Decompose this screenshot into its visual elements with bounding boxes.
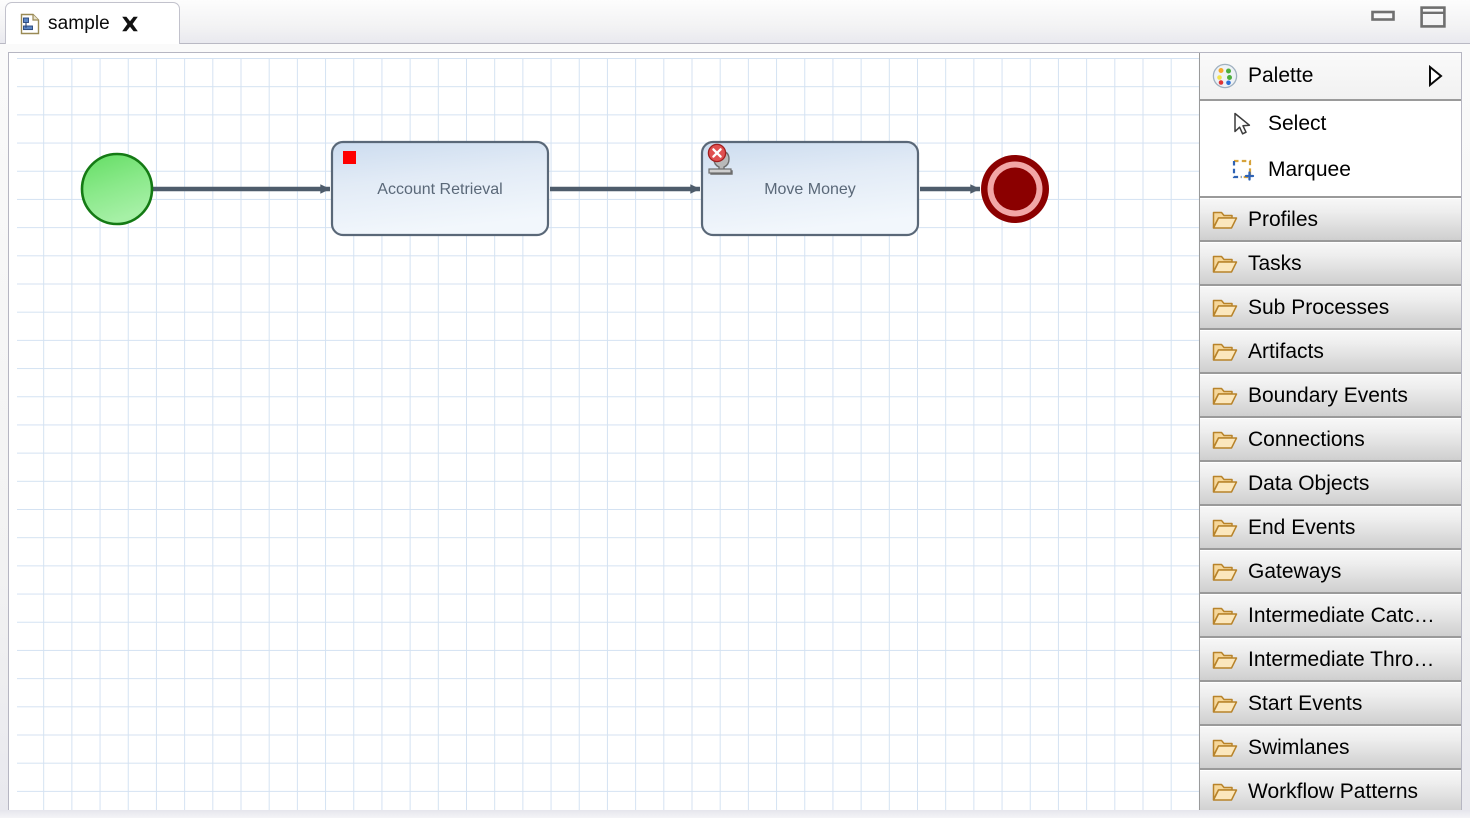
bpmn-start-event[interactable] — [80, 152, 154, 226]
folder-icon — [1212, 255, 1238, 273]
folder-icon — [1212, 739, 1238, 757]
bpmn-diagram: Account Retrieval Move Money — [80, 140, 1049, 237]
palette-drawer-gateways[interactable]: Gateways — [1200, 550, 1461, 594]
palette-tool-select[interactable]: Select — [1200, 101, 1461, 147]
palette-drawer-sub-processes[interactable]: Sub Processes — [1200, 286, 1461, 330]
palette-drawer-label: Profiles — [1248, 207, 1319, 231]
palette-tool-select-label: Select — [1268, 112, 1327, 135]
folder-icon — [1212, 211, 1238, 229]
palette-drawer-intermediate-thro[interactable]: Intermediate Thro… — [1200, 638, 1461, 682]
palette-drawer-workflow-patterns[interactable]: Workflow Patterns — [1200, 770, 1461, 810]
palette-drawer-label: Tasks — [1248, 251, 1302, 275]
folder-icon — [1212, 299, 1238, 317]
palette-header[interactable]: Palette — [1200, 53, 1461, 101]
bpmn-task-account-retrieval[interactable]: Account Retrieval — [330, 140, 550, 237]
palette-drawer-intermediate-catc[interactable]: Intermediate Catc… — [1200, 594, 1461, 638]
cursor-arrow-icon — [1234, 112, 1251, 135]
bpmn-task-move-money[interactable]: Move Money — [700, 140, 920, 237]
folder-icon — [1212, 387, 1238, 405]
palette-drawer-label: Sub Processes — [1248, 295, 1390, 319]
folder-icon — [1212, 607, 1238, 625]
folder-icon — [1212, 519, 1238, 537]
palette-drawer-swimlanes[interactable]: Swimlanes — [1200, 726, 1461, 770]
palette-drawer-label: Gateways — [1248, 559, 1342, 583]
folder-icon — [1212, 783, 1238, 801]
palette-drawer-boundary-events[interactable]: Boundary Events — [1200, 374, 1461, 418]
folder-icon — [1212, 343, 1238, 361]
palette-drawer-connections[interactable]: Connections — [1200, 418, 1461, 462]
diagram-editor: Account Retrieval Move Money Palette Sel… — [8, 52, 1462, 810]
bpmn-task-label-move-money: Move Money — [764, 181, 856, 198]
palette-drawer-label: Start Events — [1248, 691, 1363, 715]
application-window: sample Account Retrieval Move Money Pale… — [0, 0, 1470, 818]
editor-tab-label: sample — [48, 12, 110, 34]
palette-icon — [1212, 63, 1238, 89]
palette-drawer-label: Swimlanes — [1248, 735, 1350, 759]
palette-drawer-label: Artifacts — [1248, 339, 1324, 363]
palette-tool-marquee[interactable]: Marquee — [1200, 147, 1461, 193]
palette-drawer-end-events[interactable]: End Events — [1200, 506, 1461, 550]
window-bottom-rim — [0, 810, 1470, 818]
palette-title: Palette — [1248, 64, 1314, 87]
bpmn-task-label-account-retrieval: Account Retrieval — [377, 181, 502, 198]
palette-drawer-label: Boundary Events — [1248, 383, 1408, 407]
palette-drawer-label: Workflow Patterns — [1248, 779, 1418, 803]
palette-panel: Palette Select Marquee Profiles Tasks Su… — [1199, 53, 1461, 810]
collapse-right-arrow-icon[interactable] — [1427, 65, 1443, 87]
editor-tab-sample[interactable]: sample — [5, 2, 180, 44]
palette-drawer-tasks[interactable]: Tasks — [1200, 242, 1461, 286]
folder-icon — [1212, 651, 1238, 669]
close-icon[interactable] — [120, 14, 140, 34]
minimize-icon[interactable] — [1371, 8, 1395, 24]
maximize-icon[interactable] — [1420, 6, 1446, 28]
folder-icon — [1212, 563, 1238, 581]
palette-drawer-list: Profiles Tasks Sub Processes Artifacts Bound… — [1200, 198, 1461, 810]
diagram-canvas[interactable]: Account Retrieval Move Money — [9, 53, 1201, 810]
palette-tool-marquee-label: Marquee — [1268, 158, 1351, 181]
palette-tools-group: Select Marquee — [1200, 101, 1461, 198]
palette-drawer-label: Intermediate Catc… — [1248, 603, 1435, 627]
bpmn-end-event[interactable] — [981, 155, 1049, 223]
palette-drawer-label: End Events — [1248, 515, 1356, 539]
palette-drawer-start-events[interactable]: Start Events — [1200, 682, 1461, 726]
editor-tab-bar: sample — [0, 0, 1470, 44]
palette-drawer-label: Intermediate Thro… — [1248, 647, 1435, 671]
palette-drawer-label: Data Objects — [1248, 471, 1370, 495]
folder-icon — [1212, 695, 1238, 713]
palette-drawer-label: Connections — [1248, 427, 1365, 451]
palette-drawer-profiles[interactable]: Profiles — [1200, 198, 1461, 242]
folder-icon — [1212, 475, 1238, 493]
bpmn-document-icon — [20, 13, 40, 34]
red-square-marker-icon — [343, 151, 356, 164]
marquee-selection-icon — [1232, 159, 1255, 181]
palette-drawer-data-objects[interactable]: Data Objects — [1200, 462, 1461, 506]
palette-drawer-artifacts[interactable]: Artifacts — [1200, 330, 1461, 374]
folder-icon — [1212, 431, 1238, 449]
